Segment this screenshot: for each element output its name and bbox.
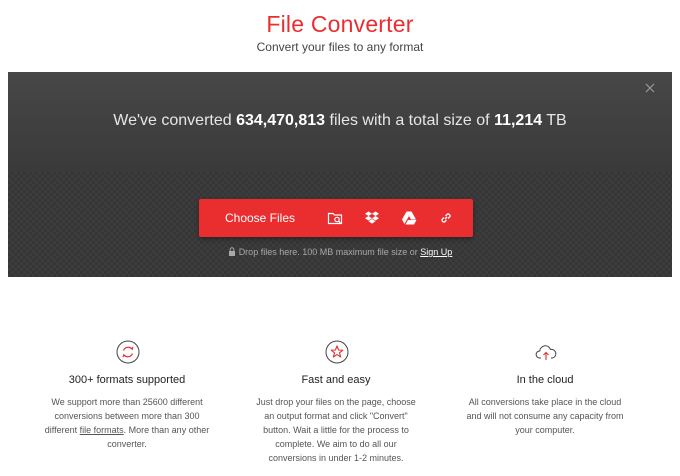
url-link-icon[interactable] [428, 199, 464, 237]
feature-description: We support more than 25600 different con… [44, 397, 210, 449]
feature-description: Just drop your files on the page, choose… [256, 397, 416, 463]
feature-title: Fast and easy [301, 374, 371, 386]
choose-files-button[interactable]: Choose Files [199, 199, 321, 237]
stats-unit: TB [546, 112, 567, 129]
lock-icon [228, 247, 236, 258]
upload-toolbar: Choose Files [199, 199, 473, 237]
stats-middle: files with a total size of [329, 112, 490, 129]
feature-title: 300+ formats supported [68, 374, 186, 386]
refresh-circle-icon [116, 340, 140, 364]
upload-panel: We've converted 634,470,813 files with a… [8, 72, 672, 277]
drop-hint: Drop files here. 100 MB maximum file siz… [8, 247, 672, 258]
device-folder-icon[interactable] [317, 199, 353, 237]
feature-description: All conversions take place in the cloud … [466, 397, 624, 435]
stats-prefix: We've converted [113, 112, 232, 129]
close-icon[interactable] [642, 80, 658, 96]
page-subtitle: Convert your files to any format [256, 40, 424, 54]
feature-title: In the cloud [516, 374, 574, 386]
features-section: 300+ formats supported We support more t… [0, 340, 680, 476]
star-circle-icon [325, 340, 349, 364]
page-header: File Converter Convert your files to any… [0, 0, 680, 72]
stats-file-count: 634,470,813 [236, 112, 326, 129]
dropbox-icon[interactable] [354, 199, 390, 237]
conversion-stats: We've converted 634,470,813 files with a… [8, 112, 672, 130]
signup-link[interactable]: Sign Up [420, 247, 452, 257]
google-drive-icon[interactable] [391, 199, 427, 237]
stats-total-size: 11,214 [494, 112, 543, 129]
cloud-upload-icon [534, 340, 558, 364]
drop-hint-text: Drop files here. 100 MB maximum file siz… [238, 247, 418, 257]
file-formats-link[interactable]: file formats [80, 425, 124, 435]
page-title: File Converter [266, 11, 414, 37]
